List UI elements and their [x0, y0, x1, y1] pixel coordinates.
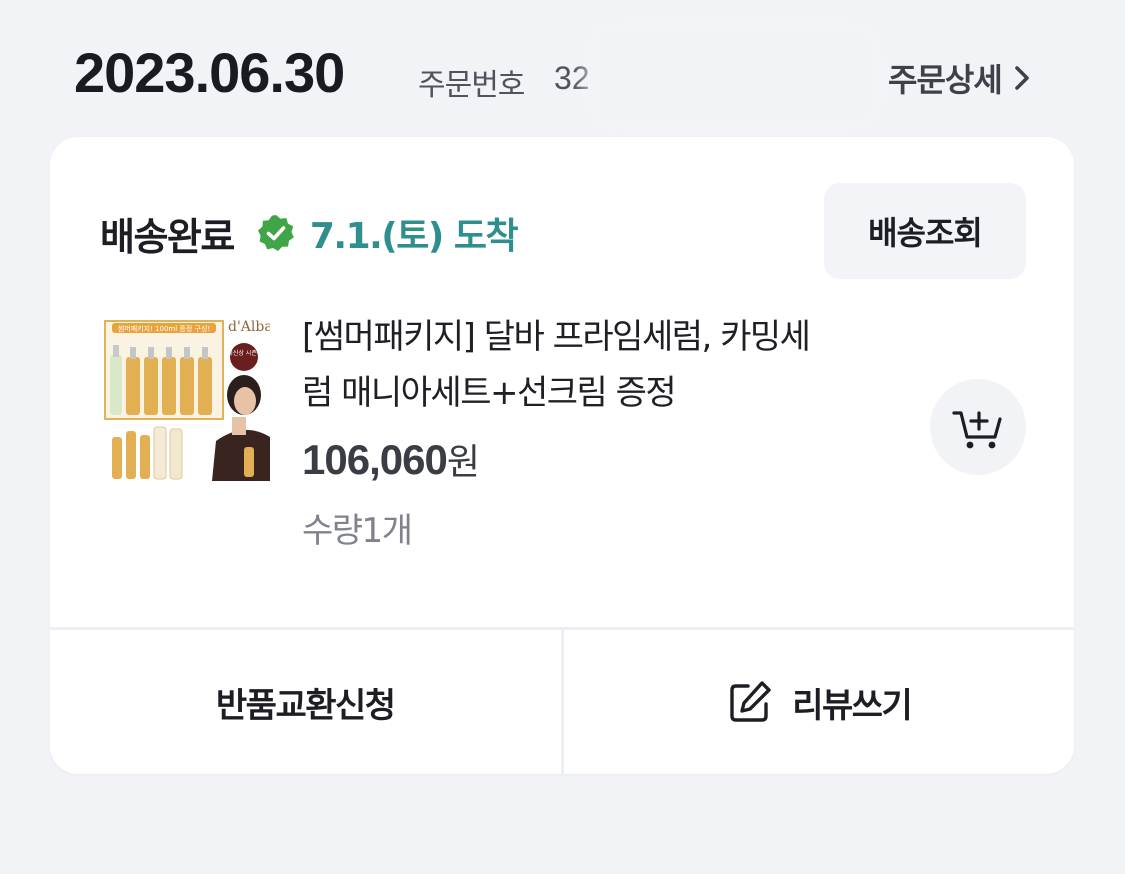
product-price: 106,060원 — [302, 433, 480, 485]
price-unit: 원 — [446, 442, 480, 483]
chevron-right-icon — [1014, 66, 1029, 90]
verified-check-icon — [257, 215, 294, 251]
product-title[interactable]: [썸머패키지] 달바 프라임세럼, 카밍세 럼 매니아세트+선크림 증정 — [302, 309, 902, 421]
order-card: 배송완료 7.1.(토) 도착 배송조회 썸머패키지! 100ml 증정 구성! — [50, 137, 1074, 774]
return-exchange-button[interactable]: 반품교환신청 — [50, 630, 561, 774]
product-thumbnail[interactable]: 썸머패키지! 100ml 증정 구성! d'Alba 최신상 시즌4 — [104, 317, 270, 481]
thumbnail-banner: 썸머패키지! 100ml 증정 구성! — [118, 324, 210, 333]
edit-icon — [730, 681, 771, 722]
write-review-label: 리뷰쓰기 — [792, 685, 913, 726]
track-shipment-button[interactable]: 배송조회 — [824, 183, 1026, 279]
order-date: 2023.06.30 — [74, 41, 345, 104]
shipment-status-row: 배송완료 7.1.(토) 도착 — [100, 203, 519, 263]
arrival-date: 7.1.(토) 도착 — [309, 216, 519, 257]
thumbnail-badge: 최신상 시즌4 — [227, 349, 261, 357]
order-header: 2023.06.30 주문번호 32 주문상세 — [74, 30, 1054, 122]
order-detail-link[interactable]: 주문상세 — [888, 55, 1034, 101]
order-number-value: 32 — [554, 60, 590, 96]
price-amount: 106,060 — [302, 436, 448, 483]
return-exchange-label: 반품교환신청 — [215, 685, 396, 726]
thumbnail-brand: d'Alba — [228, 319, 270, 335]
product-title-line1: [썸머패키지] 달바 프라임세럼, 카밍세 — [302, 317, 811, 357]
order-detail-label: 주문상세 — [888, 61, 1003, 99]
shipment-status: 배송완료 — [100, 214, 235, 259]
order-history-page: 2023.06.30 주문번호 32 주문상세 배송완료 7.1.(토) 도착 … — [0, 0, 1125, 874]
order-actions: 반품교환신청 리뷰쓰기 — [50, 627, 1074, 774]
product-title-line2: 럼 매니아세트+선크림 증정 — [302, 373, 677, 413]
write-review-button[interactable]: 리뷰쓰기 — [560, 630, 1075, 774]
cart-plus-icon — [952, 411, 1002, 449]
product-image: 썸머패키지! 100ml 증정 구성! d'Alba 최신상 시즌4 — [104, 317, 270, 481]
redacted-order-number — [596, 30, 872, 122]
product-quantity: 수량1개 — [302, 511, 413, 551]
add-to-cart-button[interactable] — [930, 379, 1026, 475]
order-number-label: 주문번호 — [418, 68, 525, 103]
